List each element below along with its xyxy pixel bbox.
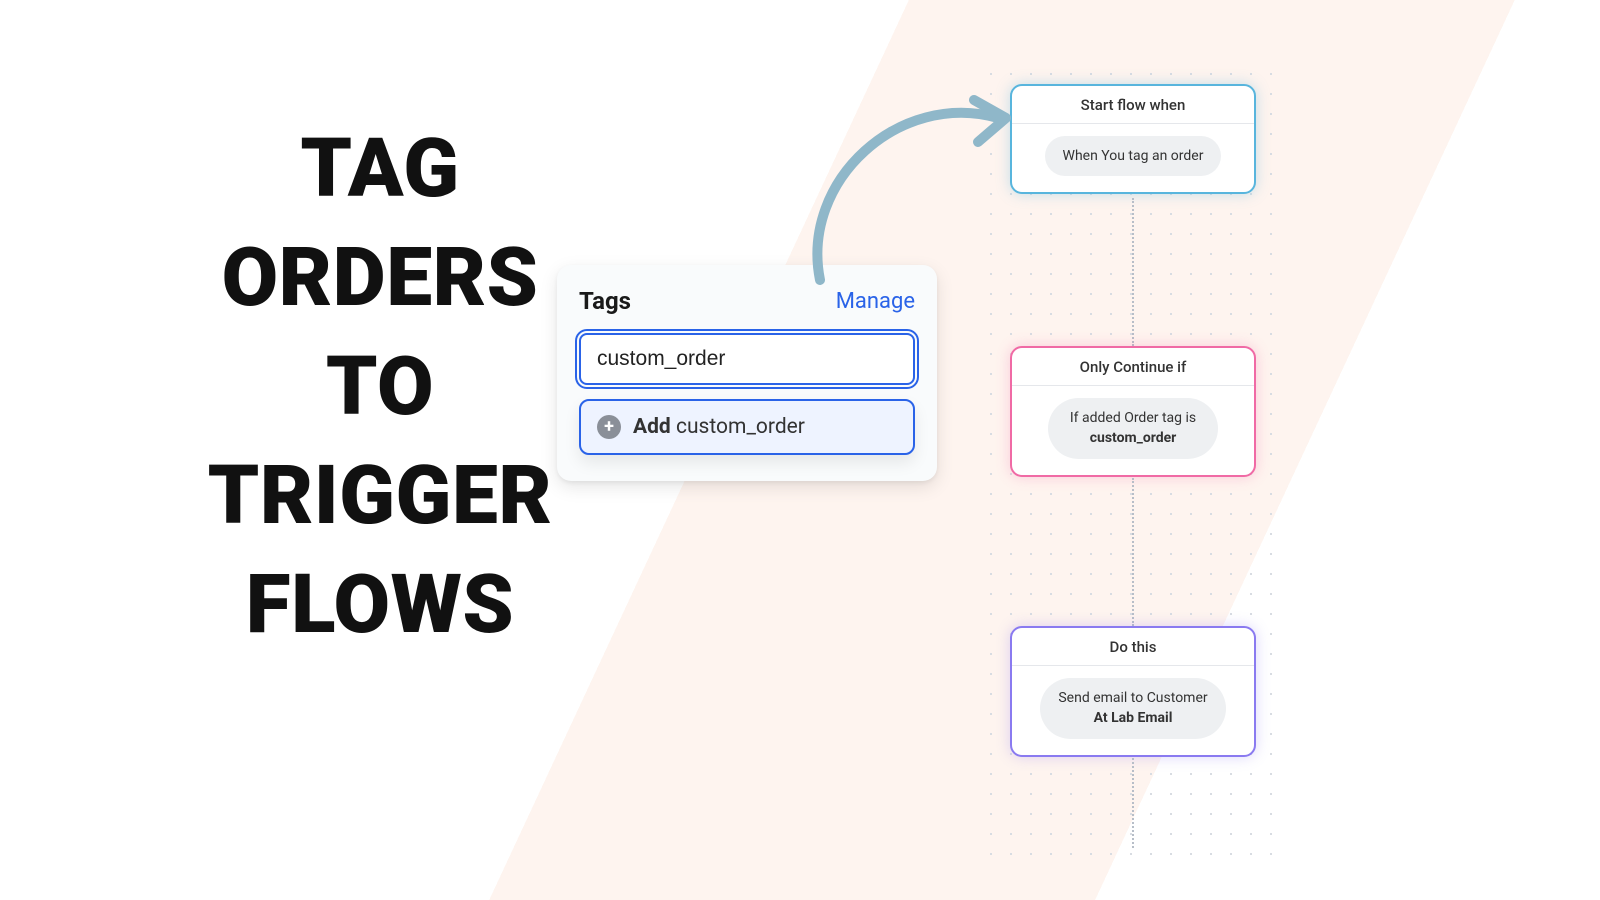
headline-line: TAG [180,115,580,224]
flow-pill: If added Order tag is custom_order [1048,398,1218,459]
flow-node-action[interactable]: Do this Send email to Customer At Lab Em… [1010,626,1256,757]
headline-line: TRIGGER [180,442,580,551]
tags-panel: Tags Manage + Add custom_order [557,265,937,481]
headline-line: TO [180,333,580,442]
headline-line: FLOWS [180,551,580,660]
flow-node-trigger[interactable]: Start flow when When You tag an order [1010,84,1256,194]
headline: TAG ORDERS TO TRIGGER FLOWS [180,115,580,660]
tag-input[interactable] [579,333,915,385]
flow-node-header: Do this [1012,628,1254,666]
flow-node-header: Start flow when [1012,86,1254,124]
manage-link[interactable]: Manage [836,289,915,314]
add-value: custom_order [676,415,805,439]
tags-panel-header: Tags Manage [579,287,915,315]
pill-line: If added Order tag is [1070,410,1196,426]
flow-connector [1132,478,1134,626]
add-prefix: Add [633,415,671,439]
add-tag-label: Add custom_order [633,415,805,439]
flow-node-body: If added Order tag is custom_order [1012,386,1254,475]
add-tag-option[interactable]: + Add custom_order [579,399,915,455]
flow-connector [1132,198,1134,346]
pill-bold: custom_order [1066,428,1200,448]
flow-canvas: Start flow when When You tag an order On… [977,60,1289,855]
flow-node-body: When You tag an order [1012,124,1254,192]
pill-line: Send email to Customer [1058,690,1207,706]
flow-node-body: Send email to Customer At Lab Email [1012,666,1254,755]
plus-circle-icon: + [597,415,621,439]
headline-line: ORDERS [180,224,580,333]
flow-node-condition[interactable]: Only Continue if If added Order tag is c… [1010,346,1256,477]
pill-bold: At Lab Email [1058,708,1207,728]
flow-pill: Send email to Customer At Lab Email [1040,678,1225,739]
flow-pill: When You tag an order [1045,136,1222,176]
tags-title: Tags [579,287,631,315]
flow-node-header: Only Continue if [1012,348,1254,386]
flow-connector [1132,758,1134,848]
